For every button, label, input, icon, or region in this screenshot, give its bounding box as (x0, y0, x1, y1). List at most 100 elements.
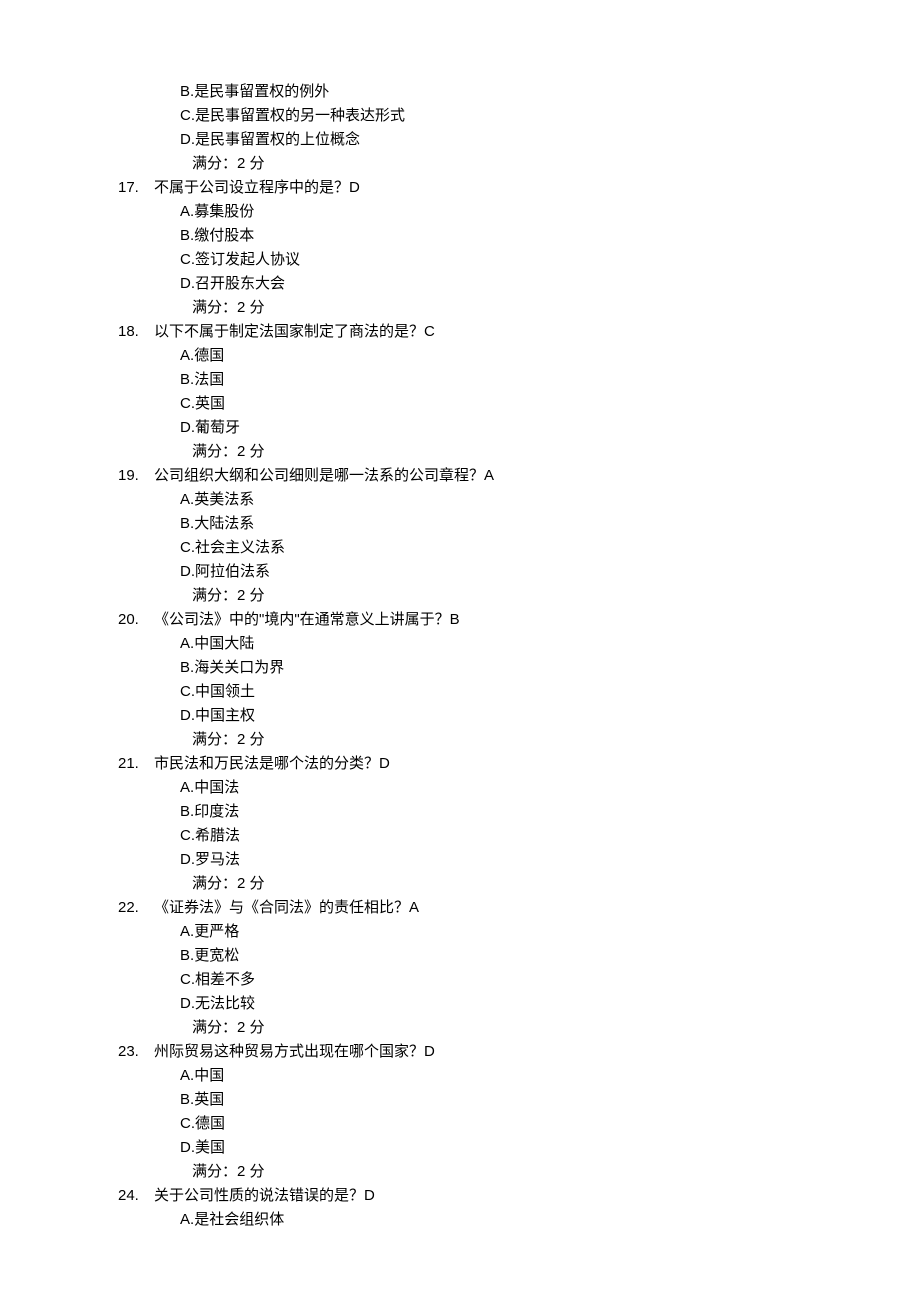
option-letter: C. (180, 536, 195, 560)
option-row: D. 美国 (180, 1136, 820, 1160)
option-text: 美国 (195, 1139, 225, 1156)
question-text: 市民法和万民法是哪个法的分类？D (154, 752, 820, 776)
score-line: 满分：2 分 (192, 584, 820, 608)
option-letter: A. (180, 1064, 194, 1088)
option-row: C. 社会主义法系 (180, 536, 820, 560)
option-text: 中国法 (194, 779, 239, 796)
option-letter: C. (180, 392, 195, 416)
question-text: 关于公司性质的说法错误的是？D (154, 1184, 820, 1208)
option-text: 更严格 (194, 923, 239, 940)
option-letter: B. (180, 944, 194, 968)
option-text: 希腊法 (195, 827, 240, 844)
option-text: 海关关口为界 (194, 659, 284, 676)
option-letter: C. (180, 824, 195, 848)
option-letter: A. (180, 200, 194, 224)
option-text: 德国 (194, 347, 224, 364)
question-text: 公司组织大纲和公司细则是哪一法系的公司章程？A (154, 464, 820, 488)
option-letter: D. (180, 704, 195, 728)
question-number: 21. (118, 752, 154, 776)
question-number: 19. (118, 464, 154, 488)
option-text: 缴付股本 (194, 227, 254, 244)
option-letter: D. (180, 992, 195, 1016)
option-row: B. 是民事留置权的例外 (180, 80, 820, 104)
option-row: D. 召开股东大会 (180, 272, 820, 296)
question-row: 17.不属于公司设立程序中的是？D (118, 176, 820, 200)
option-row: B. 印度法 (180, 800, 820, 824)
option-letter: B. (180, 224, 194, 248)
option-row: C. 是民事留置权的另一种表达形式 (180, 104, 820, 128)
question-row: 19.公司组织大纲和公司细则是哪一法系的公司章程？A (118, 464, 820, 488)
option-text: 签订发起人协议 (195, 251, 300, 268)
option-letter: D. (180, 848, 195, 872)
option-text: 是民事留置权的另一种表达形式 (195, 107, 405, 124)
question-number: 22. (118, 896, 154, 920)
option-letter: B. (180, 368, 194, 392)
option-text: 社会主义法系 (195, 539, 285, 556)
option-letter: B. (180, 656, 194, 680)
question-text: 不属于公司设立程序中的是？D (154, 176, 820, 200)
option-row: C. 英国 (180, 392, 820, 416)
option-letter: C. (180, 1112, 195, 1136)
question-row: 24.关于公司性质的说法错误的是？D (118, 1184, 820, 1208)
option-letter: A. (180, 488, 194, 512)
question-number: 20. (118, 608, 154, 632)
question-number: 23. (118, 1040, 154, 1064)
option-letter: A. (180, 920, 194, 944)
option-text: 无法比较 (195, 995, 255, 1012)
option-text: 更宽松 (194, 947, 239, 964)
option-row: B. 英国 (180, 1088, 820, 1112)
option-row: C. 德国 (180, 1112, 820, 1136)
score-line: 满分：2 分 (192, 872, 820, 896)
option-text: 是民事留置权的例外 (194, 83, 329, 100)
option-text: 是民事留置权的上位概念 (195, 131, 360, 148)
option-text: 罗马法 (195, 851, 240, 868)
option-row: D. 阿拉伯法系 (180, 560, 820, 584)
option-row: A. 中国法 (180, 776, 820, 800)
document-content: B. 是民事留置权的例外C. 是民事留置权的另一种表达形式D. 是民事留置权的上… (100, 80, 820, 1232)
option-text: 相差不多 (195, 971, 255, 988)
question-row: 22.《证券法》与《合同法》的责任相比？A (118, 896, 820, 920)
option-text: 英美法系 (194, 491, 254, 508)
option-letter: B. (180, 80, 194, 104)
score-line: 满分：2 分 (192, 728, 820, 752)
option-row: C. 相差不多 (180, 968, 820, 992)
question-text: 《证券法》与《合同法》的责任相比？A (154, 896, 820, 920)
question-row: 20.《公司法》中的"境内"在通常意义上讲属于？B (118, 608, 820, 632)
question-text: 州际贸易这种贸易方式出现在哪个国家？D (154, 1040, 820, 1064)
question-row: 18.以下不属于制定法国家制定了商法的是？C (118, 320, 820, 344)
option-letter: D. (180, 272, 195, 296)
option-letter: C. (180, 104, 195, 128)
option-row: A. 中国 (180, 1064, 820, 1088)
question-text: 以下不属于制定法国家制定了商法的是？C (154, 320, 820, 344)
option-letter: C. (180, 968, 195, 992)
option-row: B. 更宽松 (180, 944, 820, 968)
option-row: D. 罗马法 (180, 848, 820, 872)
question-number: 18. (118, 320, 154, 344)
option-text: 是社会组织体 (194, 1211, 284, 1228)
score-line: 满分：2 分 (192, 1016, 820, 1040)
option-text: 英国 (195, 395, 225, 412)
option-row: C. 希腊法 (180, 824, 820, 848)
option-row: B. 大陆法系 (180, 512, 820, 536)
option-row: B. 法国 (180, 368, 820, 392)
question-number: 24. (118, 1184, 154, 1208)
option-row: B. 缴付股本 (180, 224, 820, 248)
score-line: 满分：2 分 (192, 1160, 820, 1184)
option-row: A. 英美法系 (180, 488, 820, 512)
option-letter: A. (180, 776, 194, 800)
question-row: 21.市民法和万民法是哪个法的分类？D (118, 752, 820, 776)
option-text: 葡萄牙 (195, 419, 240, 436)
option-row: B. 海关关口为界 (180, 656, 820, 680)
option-text: 中国大陆 (194, 635, 254, 652)
option-text: 召开股东大会 (195, 275, 285, 292)
option-letter: D. (180, 128, 195, 152)
option-text: 中国 (194, 1067, 224, 1084)
option-text: 大陆法系 (194, 515, 254, 532)
option-letter: A. (180, 632, 194, 656)
option-text: 中国领土 (195, 683, 255, 700)
option-text: 德国 (195, 1115, 225, 1132)
option-text: 阿拉伯法系 (195, 563, 270, 580)
option-row: D. 无法比较 (180, 992, 820, 1016)
option-row: A. 德国 (180, 344, 820, 368)
score-line: 满分：2 分 (192, 440, 820, 464)
